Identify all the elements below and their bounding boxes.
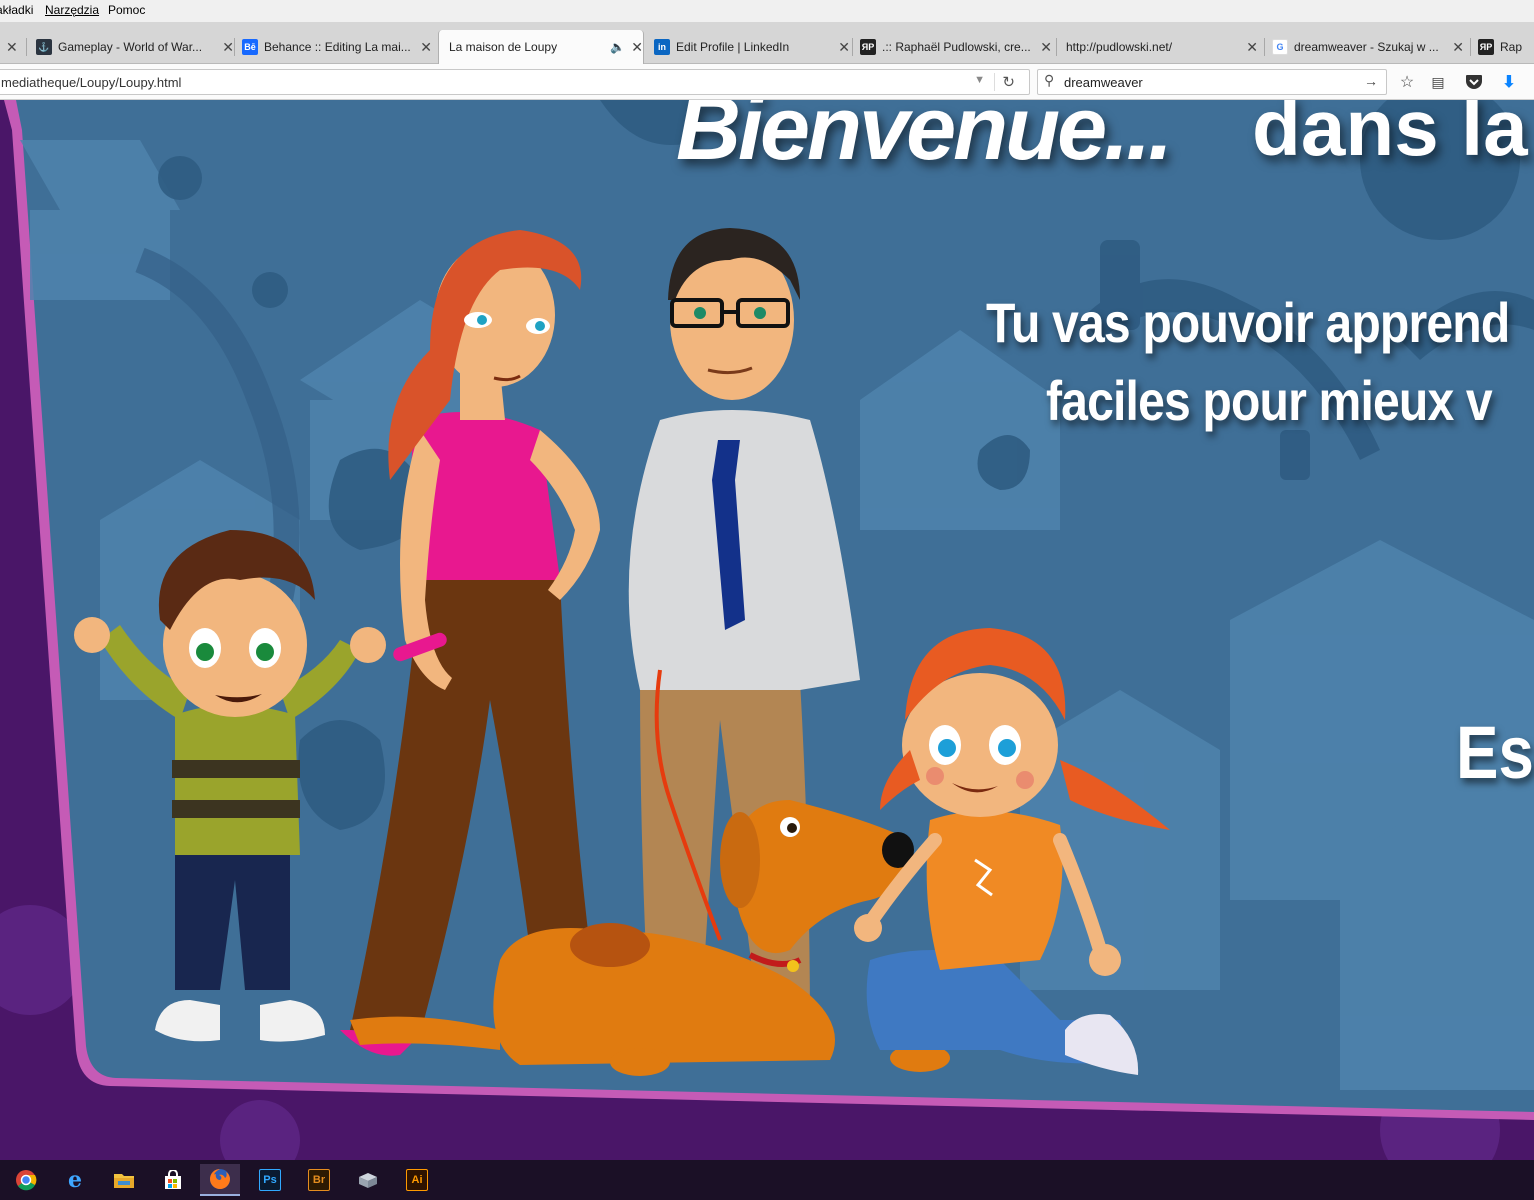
warships-icon: ⚓ [36, 39, 52, 55]
cube-app-icon [357, 1169, 379, 1191]
linkedin-icon: in [654, 39, 670, 55]
google-icon: G [1272, 39, 1288, 55]
menu-bar: akładki Narzędzia Pomoc [0, 0, 1534, 22]
search-box[interactable]: ⚲ dreamweaver → [1037, 69, 1387, 95]
reading-list-icon[interactable]: ▤ [1428, 72, 1448, 92]
tab-title: http://pudlowski.net/ [1066, 40, 1173, 54]
tab-close-icon[interactable]: ✕ [6, 39, 18, 56]
tab-title: Rap [1500, 40, 1523, 54]
store-taskbar-button[interactable] [153, 1164, 193, 1196]
bridge-icon: Br [308, 1169, 330, 1191]
tab-rp-partial[interactable]: ЯP Rap [1478, 30, 1534, 64]
illustrator-taskbar-button[interactable]: Ai [397, 1164, 437, 1196]
chrome-icon [15, 1169, 37, 1191]
edge-icon: e [68, 1167, 82, 1193]
app-taskbar-button[interactable] [348, 1164, 388, 1196]
file-explorer-taskbar-button[interactable] [104, 1164, 144, 1196]
store-bag-icon [162, 1169, 184, 1191]
tab-behance[interactable]: Bē Behance :: Editing La mai... ✕ [242, 30, 432, 64]
download-icon[interactable]: ⬇ [1499, 72, 1519, 92]
tab-la-maison-de-loupy[interactable]: La maison de Loupy 🔈 ✕ [438, 30, 644, 64]
tab-close-icon[interactable]: ✕ [1452, 39, 1464, 56]
bridge-taskbar-button[interactable]: Br [299, 1164, 339, 1196]
navigation-bar: mediatheque/Loupy/Loupy.html ▼ ↻ ⚲ dream… [0, 64, 1534, 100]
photoshop-taskbar-button[interactable]: Ps [250, 1164, 290, 1196]
tab-close-icon[interactable]: ✕ [838, 39, 850, 56]
chrome-taskbar-button[interactable] [6, 1164, 46, 1196]
tab-partial[interactable]: ✕ [0, 30, 22, 64]
tab-title: Gameplay - World of War... [58, 40, 203, 54]
tab-close-icon[interactable]: ✕ [631, 39, 643, 56]
edge-taskbar-button[interactable]: e [55, 1164, 95, 1196]
tab-close-icon[interactable]: ✕ [222, 39, 234, 56]
search-go-icon[interactable]: → [1364, 73, 1378, 89]
reload-icon[interactable]: ↻ [1002, 73, 1015, 91]
webpage-content: Bienvenue... dans la fa Tu vas pouvoir a… [0, 100, 1534, 1160]
tab-strip: ✕ ⚓ Gameplay - World of War... ✕ Bē Beha… [0, 22, 1534, 64]
tab-title: Edit Profile | LinkedIn [676, 40, 790, 54]
welcome-headline: Bienvenue... [676, 100, 1173, 179]
tab-title: La maison de Loupy [449, 40, 558, 54]
rp-logo-icon: ЯP [860, 39, 876, 55]
tab-title: Behance :: Editing La mai... [264, 40, 411, 54]
welcome-headline-continued: dans la fa [1252, 100, 1534, 172]
firefox-icon [209, 1168, 231, 1190]
escape-link-partial[interactable]: Esc [1456, 710, 1534, 795]
illustrator-icon: Ai [406, 1169, 428, 1191]
menu-tools[interactable]: Narzędzia [45, 3, 99, 17]
address-bar[interactable]: mediatheque/Loupy/Loupy.html ▼ ↻ [0, 69, 1030, 95]
tab-pudlowski-net[interactable]: http://pudlowski.net/ ✕ [1066, 30, 1258, 64]
photoshop-icon: Ps [259, 1169, 281, 1191]
search-text: dreamweaver [1064, 75, 1143, 90]
tab-close-icon[interactable]: ✕ [1246, 39, 1258, 56]
menu-help[interactable]: Pomoc [108, 3, 145, 17]
folder-icon [113, 1169, 135, 1191]
tab-close-icon[interactable]: ✕ [1040, 39, 1052, 56]
firefox-taskbar-button[interactable] [200, 1164, 240, 1196]
speaker-icon[interactable]: 🔈 [610, 40, 625, 54]
menu-bookmarks[interactable]: akładki [0, 3, 33, 17]
pocket-icon[interactable] [1464, 72, 1484, 92]
bookmark-star-icon[interactable]: ☆ [1397, 72, 1417, 92]
intro-text-line-2: faciles pour mieux v [1046, 369, 1493, 432]
search-icon: ⚲ [1044, 72, 1055, 88]
tab-title: .:: Raphaël Pudlowski, cre... [882, 40, 1031, 54]
tab-gameplay[interactable]: ⚓ Gameplay - World of War... ✕ [36, 30, 234, 64]
url-text: mediatheque/Loupy/Loupy.html [1, 75, 182, 90]
intro-text-line-1: Tu vas pouvoir apprend [986, 291, 1510, 354]
tab-close-icon[interactable]: ✕ [420, 39, 432, 56]
behance-icon: Bē [242, 39, 258, 55]
tab-linkedin[interactable]: in Edit Profile | LinkedIn ✕ [654, 30, 850, 64]
illustration-scene [0, 100, 1534, 1160]
rp-logo-icon: ЯP [1478, 39, 1494, 55]
tab-title: dreamweaver - Szukaj w ... [1294, 40, 1439, 54]
history-dropdown-icon[interactable]: ▼ [974, 74, 985, 86]
tab-google-dreamweaver[interactable]: G dreamweaver - Szukaj w ... ✕ [1272, 30, 1464, 64]
tab-pudlowski-creative[interactable]: ЯP .:: Raphaël Pudlowski, cre... ✕ [860, 30, 1052, 64]
windows-taskbar: e Ps Br Ai [0, 1160, 1534, 1200]
